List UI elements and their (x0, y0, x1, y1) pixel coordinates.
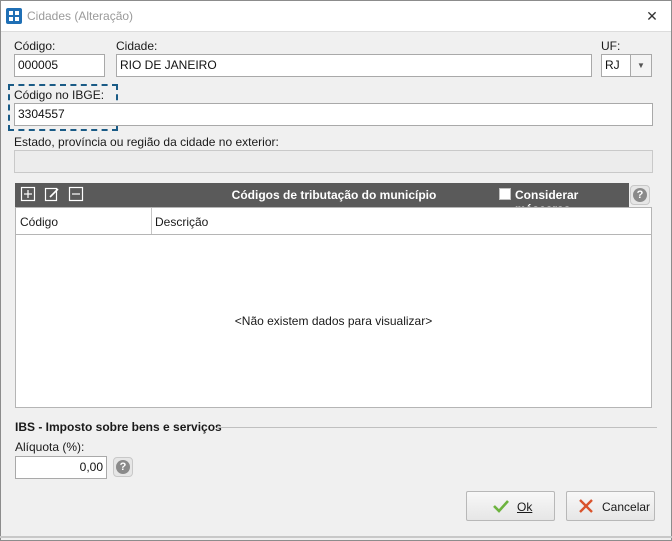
estado-exterior-field[interactable] (14, 150, 653, 173)
considerar-mascaras-checkbox[interactable] (499, 188, 511, 200)
bottom-border (0, 536, 672, 538)
table-header: Código Descrição (16, 208, 651, 235)
close-button[interactable]: ✕ (641, 5, 663, 27)
title-bar: Cidades (Alteração) ✕ (1, 1, 671, 32)
uf-dropdown-arrow-icon[interactable]: ▼ (630, 54, 652, 77)
cancelar-button[interactable]: Cancelar (566, 491, 655, 521)
cancelar-label: Cancelar (602, 500, 651, 514)
tributacao-table[interactable]: Código Descrição <Não existem dados para… (15, 207, 652, 408)
column-divider (151, 208, 152, 234)
codigo-label: Código: (14, 39, 56, 53)
cancel-x-icon (579, 499, 593, 513)
codigo-field[interactable]: 000005 (14, 54, 105, 77)
tributacao-help-button[interactable]: ? (630, 185, 650, 205)
window-title: Cidades (Alteração) (27, 9, 134, 23)
help-icon: ? (116, 460, 130, 474)
aliquota-field[interactable]: 0,00 (15, 456, 107, 479)
column-header-codigo[interactable]: Código (20, 215, 58, 229)
help-icon: ? (633, 188, 647, 202)
empty-table-message: <Não existem dados para visualizar> (234, 314, 433, 328)
aliquota-label: Alíquota (%): (15, 440, 85, 454)
estado-exterior-label: Estado, província ou região da cidade no… (14, 135, 279, 149)
ibs-section-title: IBS - Imposto sobre bens e serviços (15, 420, 222, 434)
section-divider (217, 427, 657, 428)
codigo-ibge-label: Código no IBGE: (14, 88, 105, 102)
grid-app-icon (6, 8, 22, 24)
check-icon (493, 500, 509, 513)
aliquota-help-button[interactable]: ? (113, 457, 133, 477)
tributacao-toolbar: Códigos de tributação do município Consi… (15, 183, 629, 216)
dialog-window: Cidades (Alteração) ✕ Código: 000005 Cid… (0, 0, 672, 541)
codigo-ibge-field[interactable]: 3304557 (14, 103, 653, 126)
ok-button[interactable]: Ok (466, 491, 555, 521)
ok-label: Ok (517, 500, 533, 514)
column-header-descricao[interactable]: Descrição (155, 215, 208, 229)
cidade-label: Cidade: (116, 39, 158, 53)
cidade-field[interactable]: RIO DE JANEIRO (116, 54, 592, 77)
uf-label: UF: (601, 39, 621, 53)
uf-select[interactable]: RJ (601, 54, 631, 77)
